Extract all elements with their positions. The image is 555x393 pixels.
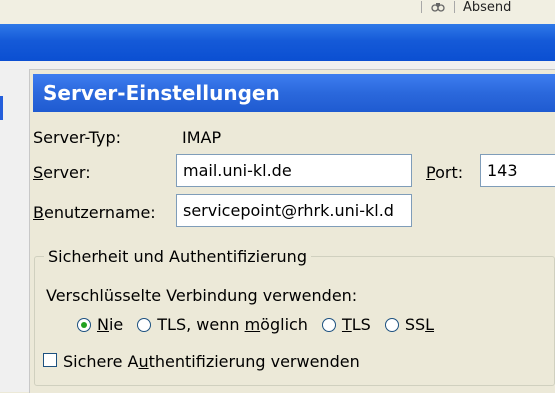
- secure-auth-checkbox[interactable]: [43, 353, 57, 367]
- label-part: SS: [404, 315, 426, 334]
- radio-button[interactable]: [384, 317, 399, 332]
- radio-option-label: Nie: [97, 315, 123, 334]
- label-part: Sichere A: [63, 352, 139, 371]
- access-key: N: [97, 315, 109, 334]
- server-type-value: IMAP: [182, 128, 222, 147]
- encryption-options: Nie TLS, wenn möglich TLS SSL: [77, 315, 448, 334]
- radio-option-ssl[interactable]: SSL: [384, 315, 434, 334]
- server-label: Server:: [33, 163, 91, 182]
- toolbar-fragment: Absend: [409, 0, 555, 14]
- access-key: L: [425, 315, 435, 334]
- radio-option-tls[interactable]: TLS: [321, 315, 371, 334]
- label-part: thentifizierung verwenden: [148, 352, 360, 371]
- access-key: B: [33, 203, 44, 222]
- radio-selected-dot: [81, 321, 87, 328]
- toolbar-separator: [454, 1, 455, 13]
- server-label-text: erver:: [43, 163, 91, 182]
- secure-auth-label: Sichere Authentifizierung verwenden: [63, 352, 360, 371]
- access-key: S: [33, 163, 44, 182]
- username-label: Benutzername:: [33, 203, 156, 222]
- access-key: P: [426, 163, 436, 182]
- encryption-label: Verschlüsselte Verbindung verwenden:: [46, 286, 358, 305]
- label-part: ie: [108, 315, 124, 334]
- security-group-title: Sicherheit und Authentifizierung: [44, 247, 311, 266]
- server-input[interactable]: mail.uni-kl.de: [176, 154, 412, 187]
- radio-option-label: TLS, wenn möglich: [157, 315, 308, 334]
- username-input[interactable]: servicepoint@rhrk.uni-kl.d: [176, 194, 412, 227]
- port-label: Port:: [426, 163, 463, 182]
- label-part: öglich: [260, 315, 308, 334]
- access-key: T: [341, 315, 352, 334]
- page-title: Server-Einstellungen: [33, 74, 555, 112]
- server-type-label: Server-Typ:: [33, 128, 122, 147]
- port-input[interactable]: 143: [480, 154, 555, 187]
- radio-option-none[interactable]: Nie: [77, 315, 123, 334]
- radio-button[interactable]: [77, 317, 91, 332]
- port-label-text: ort:: [435, 163, 464, 182]
- radio-option-label: SSL: [405, 315, 434, 334]
- radio-option-label: TLS: [342, 315, 371, 334]
- radio-button[interactable]: [321, 317, 336, 332]
- username-label-text: enutzername:: [43, 203, 156, 222]
- sender-label: Absend: [463, 0, 512, 14]
- account-tree-selection[interactable]: [0, 96, 3, 120]
- label-part: LS: [351, 315, 371, 334]
- label-part: TLS, wenn: [157, 315, 245, 334]
- toolbar-separator: [421, 1, 422, 13]
- access-key: u: [138, 352, 149, 371]
- window-title-bar: [0, 24, 555, 61]
- radio-option-tls-if-possible[interactable]: TLS, wenn möglich: [137, 315, 308, 334]
- radio-button[interactable]: [137, 317, 152, 332]
- address-book-icon[interactable]: [430, 0, 446, 14]
- access-key: m: [244, 315, 261, 334]
